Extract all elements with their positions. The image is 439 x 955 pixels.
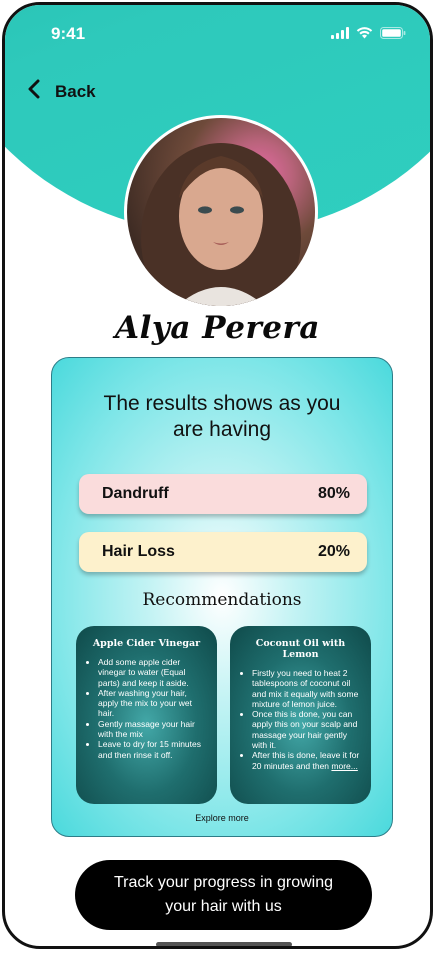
recommendation-step: Add some apple cider vinegar to water (E… [98, 657, 209, 688]
result-label: Dandruff [102, 485, 169, 502]
track-progress-button[interactable]: Track your progress in growing your hair… [75, 860, 372, 930]
recommendation-steps: Firstly you need to heat 2 tablespoons o… [238, 668, 363, 771]
home-indicator[interactable] [156, 942, 292, 946]
recommendation-step: After washing your hair, apply the mix t… [98, 688, 209, 719]
results-heading: The results shows as you are having [52, 391, 392, 443]
result-pill-dandruff: Dandruff 80% [79, 474, 367, 514]
recommendation-steps: Add some apple cider vinegar to water (E… [84, 657, 209, 760]
recommendation-step: Leave to dry for 15 minutes and then rin… [98, 739, 209, 760]
recommendation-step: After this is done, leave it for 20 minu… [252, 750, 363, 771]
recommendation-step: Gently massage your hair with the mix [98, 719, 209, 740]
status-time: 9:41 [51, 24, 86, 43]
status-bar: 9:41 [5, 5, 430, 65]
explore-more-link[interactable]: Explore more [52, 813, 392, 823]
phone-frame: 9:41 Back Alya Perera The results shows … [2, 2, 433, 949]
user-name: Alya Perera [115, 310, 320, 346]
signal-icon [331, 27, 349, 39]
results-heading-line1: The results shows as you [103, 392, 341, 415]
results-card: The results shows as you are having Dand… [51, 357, 393, 837]
recommendation-step: Firstly you need to heat 2 tablespoons o… [252, 668, 363, 709]
result-pill-hair-loss: Hair Loss 20% [79, 532, 367, 572]
recommendation-title: Coconut Oil with Lemon [255, 638, 346, 660]
recommendation-card-coconut-oil[interactable]: Coconut Oil with Lemon Firstly you need … [230, 626, 371, 804]
back-button[interactable]: Back [27, 79, 96, 104]
recommendation-step: Once this is done, you can apply this on… [252, 709, 363, 750]
back-label: Back [55, 81, 96, 101]
cta-line2: your hair with us [165, 898, 282, 915]
result-value: 80% [317, 485, 350, 502]
more-link[interactable]: more... [331, 761, 357, 771]
wifi-icon [356, 27, 373, 39]
recommendations-heading: Recommendations [142, 590, 302, 610]
avatar [124, 115, 318, 309]
result-label: Hair Loss [102, 543, 175, 560]
status-icons [331, 27, 406, 39]
recommendation-card-apple-cider-vinegar[interactable]: Apple Cider Vinegar Add some apple cider… [76, 626, 217, 804]
cta-line1: Track your progress in growing [113, 874, 334, 891]
result-value: 20% [317, 543, 350, 560]
chevron-left-icon [27, 79, 41, 104]
battery-icon [380, 27, 406, 39]
results-heading-line2: are having [172, 418, 272, 441]
profile-photo [127, 118, 315, 306]
recommendation-title: Apple Cider Vinegar [92, 638, 201, 649]
